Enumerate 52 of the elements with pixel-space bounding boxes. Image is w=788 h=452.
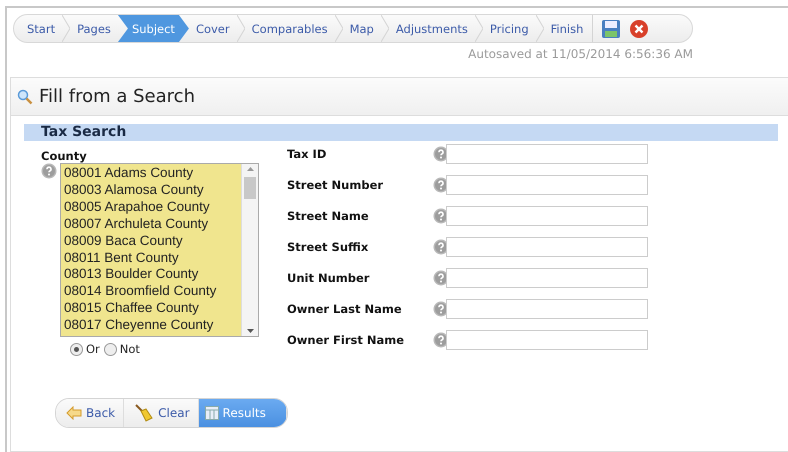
scrollbar-thumb[interactable] bbox=[244, 177, 256, 199]
radio-option[interactable]: Or bbox=[70, 342, 100, 356]
radio-button[interactable] bbox=[104, 342, 117, 356]
field-label: Street Number bbox=[287, 178, 384, 192]
input-field[interactable] bbox=[446, 268, 648, 288]
county-option[interactable]: 08017 Cheyenne County bbox=[64, 317, 238, 334]
county-label: County bbox=[41, 149, 88, 163]
table-icon bbox=[204, 406, 219, 420]
input-field[interactable] bbox=[446, 175, 648, 195]
county-option[interactable]: 08007 Archuleta County bbox=[64, 216, 238, 233]
wizard-step[interactable]: Pricing bbox=[482, 15, 536, 42]
input-field[interactable] bbox=[446, 144, 648, 164]
field-label: Tax ID bbox=[287, 147, 328, 161]
radio-button[interactable] bbox=[70, 342, 83, 356]
county-option[interactable]: 08005 Arapahoe County bbox=[64, 198, 238, 216]
field-label: Owner Last Name bbox=[287, 302, 403, 316]
wizard-step[interactable]: Finish bbox=[544, 15, 590, 42]
wizard-step[interactable]: Map bbox=[342, 15, 381, 42]
search-icon bbox=[17, 88, 33, 104]
close-icon[interactable] bbox=[629, 18, 650, 38]
clear-button[interactable]: Clear bbox=[124, 399, 199, 427]
wizard-step[interactable]: Start bbox=[20, 15, 62, 42]
section-header: Tax Search bbox=[24, 124, 778, 141]
wizard-step[interactable]: Cover bbox=[188, 15, 237, 42]
field-label: Street Name bbox=[287, 209, 370, 223]
county-option[interactable]: 08014 Broomfield County bbox=[64, 283, 238, 300]
county-option[interactable]: 08009 Baca County bbox=[64, 232, 238, 250]
input-field[interactable] bbox=[446, 237, 648, 257]
save-icon[interactable] bbox=[601, 18, 622, 38]
input-field[interactable] bbox=[446, 206, 648, 226]
left-arrow-icon bbox=[66, 406, 82, 420]
input-field[interactable] bbox=[446, 330, 648, 350]
wizard-step[interactable]: Adjustments bbox=[388, 15, 475, 42]
scrollbar[interactable] bbox=[241, 164, 258, 336]
county-option[interactable]: 08001 Adams County bbox=[64, 165, 238, 182]
county-option[interactable]: 08013 Boulder County bbox=[64, 266, 238, 284]
panel-title: Fill from a Search bbox=[39, 86, 195, 107]
radio-option[interactable]: Not bbox=[104, 342, 140, 356]
county-list[interactable] bbox=[60, 163, 259, 337]
wizard-step[interactable]: Pages bbox=[70, 15, 118, 42]
wizard-step[interactable]: Comparables bbox=[244, 15, 335, 42]
back-button[interactable]: Back bbox=[56, 399, 124, 427]
field-label: Unit Number bbox=[287, 271, 370, 285]
county-option[interactable]: 08015 Chaffee County bbox=[64, 300, 238, 318]
broom-icon bbox=[134, 404, 154, 422]
autosave-status: Autosaved at 11/05/2014 6:56:36 AM bbox=[468, 47, 693, 61]
help-icon[interactable] bbox=[41, 163, 57, 179]
county-option[interactable]: 08011 Bent County bbox=[64, 250, 238, 266]
county-option[interactable]: 08003 Alamosa County bbox=[64, 182, 238, 199]
field-label: Street Suffix bbox=[287, 240, 370, 254]
input-field[interactable] bbox=[446, 299, 648, 319]
field-label: Owner First Name bbox=[287, 333, 406, 347]
